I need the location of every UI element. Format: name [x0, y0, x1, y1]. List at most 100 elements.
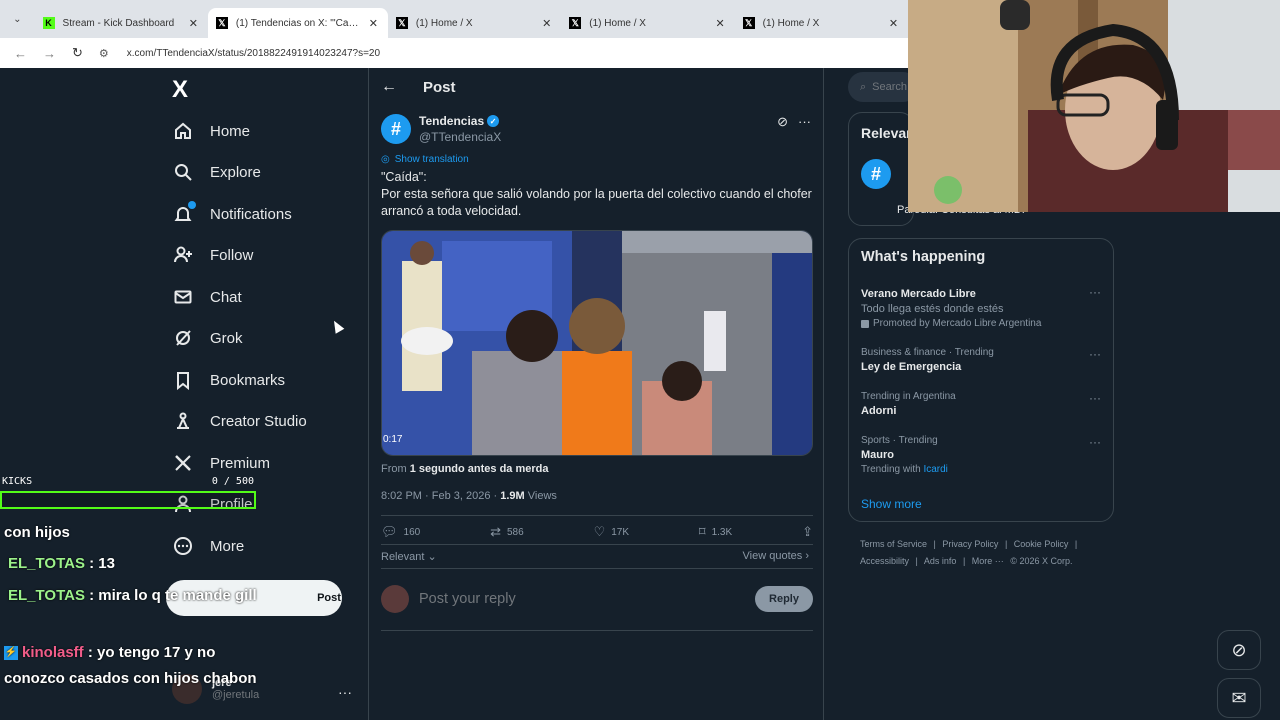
trend-item[interactable]: Verano Mercado Libre Todo llega estés do… [861, 285, 1101, 329]
tab-title: (1) Home / X [762, 17, 820, 29]
nav-home[interactable]: Home [172, 120, 250, 142]
creator-studio-icon [172, 410, 194, 432]
view-quotes-link[interactable]: View quotes › [743, 550, 809, 562]
nav-creator-studio[interactable]: Creator Studio [172, 410, 307, 432]
video-source: From 1 segundo antes da merda [381, 463, 549, 475]
tab-close-icon[interactable]: ✕ [542, 17, 551, 30]
post-video[interactable] [381, 230, 813, 456]
browser-tab[interactable]: 𝕏 (1) Home / X ✕ [561, 8, 734, 38]
browser-tab[interactable]: K Stream - Kick Dashboard ✕ [35, 8, 208, 38]
chevron-right-icon: › [805, 550, 809, 562]
browser-tab-bar: ⌄ K Stream - Kick Dashboard ✕ 𝕏 (1) Tend… [0, 0, 908, 38]
tab-search-dropdown-icon[interactable]: ⌄ [0, 0, 35, 38]
reply-count: 160 [403, 526, 421, 538]
tab-close-icon[interactable]: ✕ [889, 17, 898, 30]
notification-dot [188, 201, 196, 209]
trend-with-link[interactable]: Icardi [923, 464, 947, 475]
author-avatar[interactable]: # [861, 159, 891, 189]
nav-grok[interactable]: Grok [172, 327, 243, 349]
account-more-icon[interactable]: ··· [338, 684, 352, 700]
reply-sort-dropdown[interactable]: Relevant ⌄ [381, 550, 437, 563]
search-icon: ⌕ [860, 80, 867, 93]
from-prefix: From [381, 463, 407, 475]
nav-premium[interactable]: Premium [172, 452, 270, 474]
chat-text: : 13 [89, 555, 115, 572]
stream-chat-overlay: KICKS 0 / 500 con hijos EL_TOTAS : 13 EL… [0, 472, 262, 720]
bookmark-stat[interactable]: ⌑ 1.3K [699, 524, 732, 540]
like-stat[interactable]: ♡ 17K [594, 524, 629, 540]
footer-link[interactable]: Terms of Service [860, 539, 927, 549]
more-options-icon[interactable]: ··· [1089, 285, 1101, 299]
share-icon: ⇪ [802, 524, 813, 539]
x-logo-icon: 𝕏 [215, 17, 228, 29]
post-author[interactable]: # Tendencias ✓ @TTendenciaX [381, 114, 501, 144]
bookmark-icon: ⌑ [698, 524, 706, 539]
kicks-goal: KICKS 0 / 500 [2, 476, 256, 487]
trend-name: Adorni [861, 405, 897, 417]
nav-notifications[interactable]: Notifications [172, 201, 292, 225]
reload-icon[interactable]: ↻ [72, 45, 83, 61]
footer-link[interactable]: More ··· [972, 556, 1004, 566]
reply-button[interactable]: Reply [755, 586, 813, 612]
post-top-actions: ⊘ ··· [777, 114, 811, 130]
more-options-icon[interactable]: ··· [1089, 391, 1101, 405]
site-info-icon[interactable]: ⚙ [99, 47, 109, 60]
tab-close-icon[interactable]: ✕ [369, 17, 378, 30]
tab-close-icon[interactable]: ✕ [189, 17, 198, 30]
author-name[interactable]: Tendencias [419, 114, 484, 128]
reply-stat[interactable]: 💬︎ 160 [381, 524, 420, 540]
reply-icon: 💬︎ [381, 524, 398, 539]
show-translation-link[interactable]: ◎ Show translation [381, 154, 469, 165]
trend-context: Business & finance · Trending [861, 347, 994, 358]
video-source-link[interactable]: 1 segundo antes da merda [410, 463, 549, 475]
trend-item[interactable]: Business & finance · Trending Ley de Eme… [861, 347, 1101, 373]
tab-close-icon[interactable]: ✕ [715, 17, 724, 30]
nav-label: Bookmarks [210, 371, 286, 389]
reply-input[interactable]: Post your reply [419, 591, 745, 607]
more-options-icon[interactable]: ··· [1089, 347, 1101, 361]
footer-link[interactable]: Cookie Policy [1014, 539, 1069, 549]
nav-explore[interactable]: Explore [172, 161, 261, 183]
footer-separator: | [1004, 539, 1008, 549]
webcam-image [908, 0, 1280, 212]
follow-icon [172, 244, 194, 266]
divider [381, 544, 813, 545]
repost-icon: ⇄ [490, 524, 501, 539]
trend-item[interactable]: Sports · Trending Mauro Trending with Ic… [861, 435, 1101, 475]
share-stat[interactable]: ⇪ [802, 524, 813, 540]
trend-item[interactable]: Trending in Argentina Adorni ··· [861, 391, 1101, 417]
show-more-link[interactable]: Show more [861, 497, 922, 511]
footer-separator: | [915, 556, 918, 566]
back-arrow-icon[interactable]: ← [14, 46, 27, 61]
post-timestamp[interactable]: 8:02 PM · Feb 3, 2026 · [381, 490, 497, 502]
more-options-icon[interactable]: ··· [798, 114, 811, 130]
browser-tab-active[interactable]: 𝕏 (1) Tendencias on X: "'Caída': P ✕ [207, 8, 388, 38]
grok-icon[interactable]: ⊘ [777, 114, 788, 130]
footer-link[interactable]: Privacy Policy [942, 539, 998, 549]
nav-follow[interactable]: Follow [172, 244, 253, 266]
forward-arrow-icon[interactable]: → [43, 46, 56, 61]
like-count: 17K [611, 526, 630, 538]
tab-title: Stream - Kick Dashboard [62, 17, 175, 29]
footer-link[interactable]: Ads info [924, 556, 957, 566]
nav-chat[interactable]: Chat [172, 286, 242, 308]
author-avatar[interactable]: # [381, 114, 411, 144]
trend-context: Sports · Trending [861, 435, 938, 446]
footer-separator: | [933, 539, 936, 549]
chevron-down-icon: ⌄ [427, 551, 437, 563]
search-icon [172, 161, 194, 183]
messages-fab-icon[interactable]: ✉ [1217, 678, 1261, 718]
more-options-icon[interactable]: ··· [1089, 435, 1101, 449]
trend-context: Trending in Argentina [861, 391, 956, 402]
back-arrow-icon[interactable]: ← [381, 78, 397, 96]
repost-stat[interactable]: ⇄ 586 [490, 524, 524, 540]
nav-bookmarks[interactable]: Bookmarks [172, 369, 285, 391]
browser-tab[interactable]: 𝕏 (1) Home / X ✕ [735, 8, 908, 38]
footer-link[interactable]: Accessibility [860, 556, 909, 566]
views-label: Views [527, 490, 557, 502]
grok-fab-icon[interactable]: ⊘ [1217, 630, 1261, 670]
author-handle[interactable]: @TTendenciaX [419, 130, 501, 144]
url-input[interactable]: x.com/TTendenciaX/status/201882249191402… [127, 48, 380, 59]
x-logo-icon[interactable]: X [172, 76, 188, 104]
browser-tab[interactable]: 𝕏 (1) Home / X ✕ [388, 8, 561, 38]
